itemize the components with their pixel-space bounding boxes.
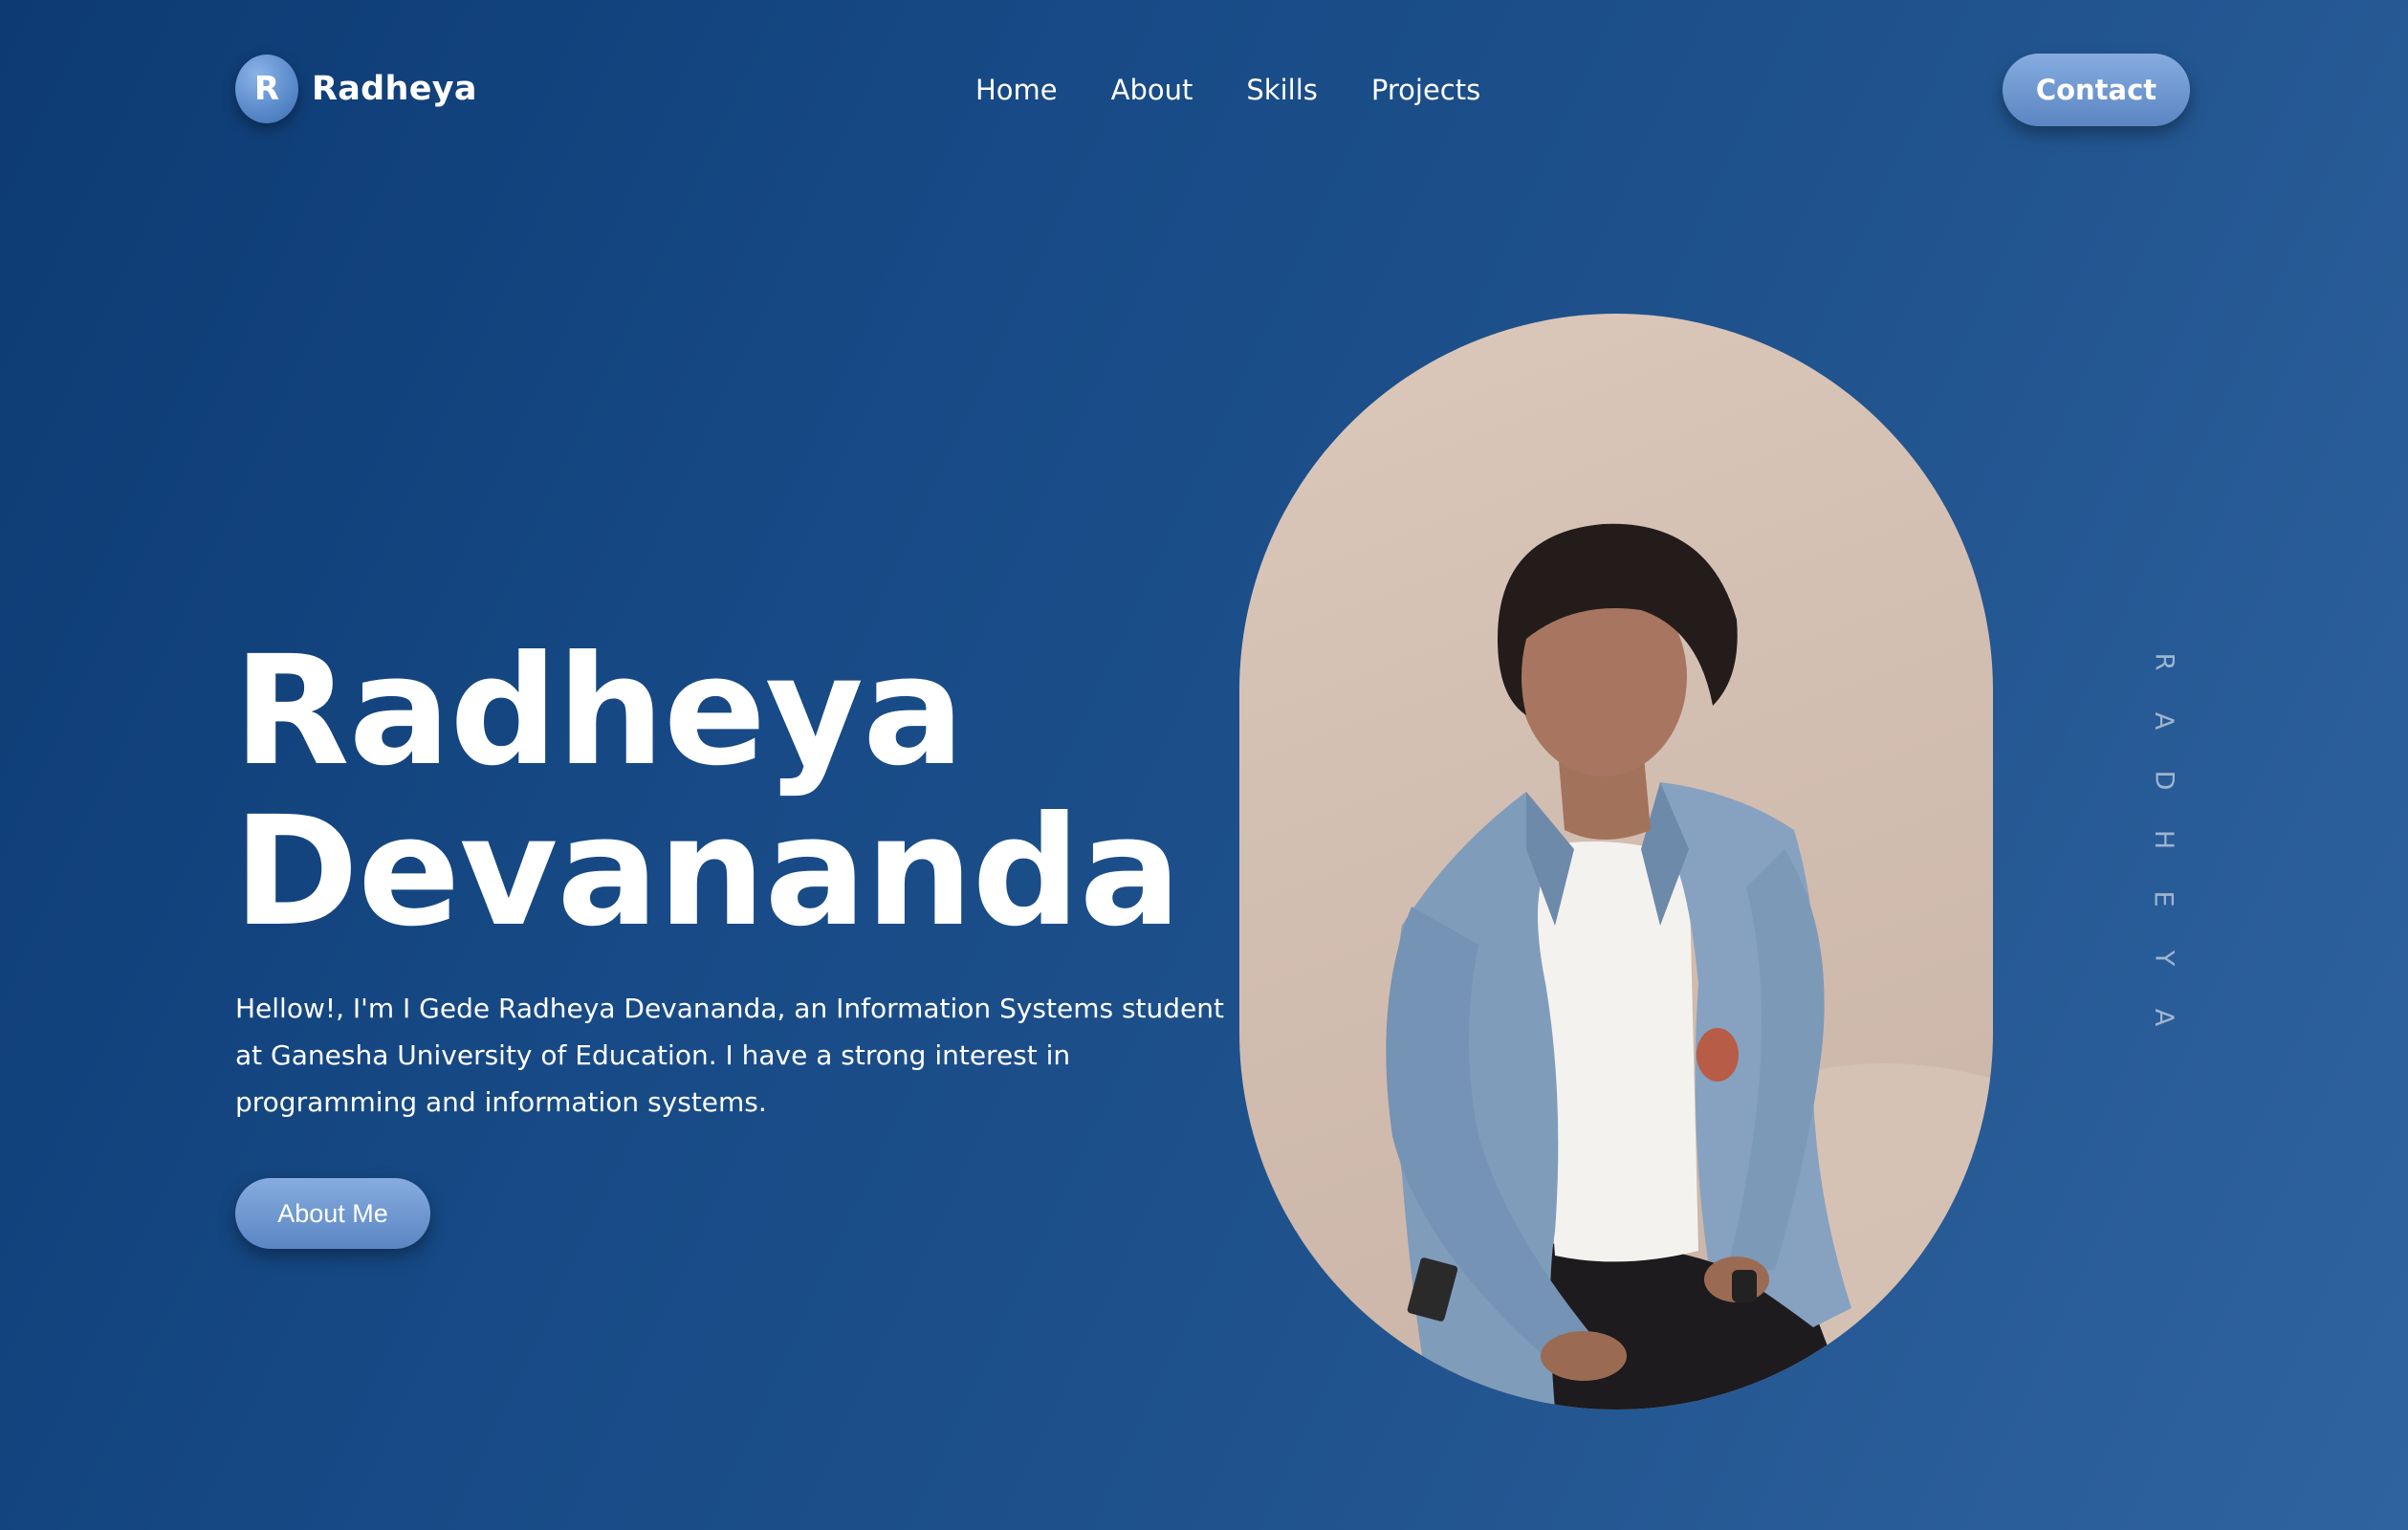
logo-badge: R [235, 55, 298, 123]
vertical-letter: A [2148, 1008, 2178, 1027]
hero-title: Radheya Devananda [233, 631, 1285, 952]
hero-description: Hellow!, I'm I Gede Radheya Devananda, a… [235, 993, 1225, 1118]
vertical-letter: E [2149, 890, 2178, 907]
nav-link-projects[interactable]: Projects [1371, 69, 1480, 111]
vertical-letter: D [2148, 770, 2178, 791]
vertical-letter: A [2148, 711, 2178, 731]
nav-link-home[interactable]: Home [975, 69, 1058, 111]
nav-link-about[interactable]: About [1111, 69, 1193, 111]
vertical-letter: Y [2149, 950, 2178, 967]
nav-link-skills[interactable]: Skills [1246, 69, 1317, 111]
portrait-illustration [1386, 523, 1993, 1410]
nav-links: Home About Skills Projects [975, 69, 1480, 111]
top-navigation: R Radheya Home About Skills Projects Con… [0, 0, 2408, 182]
hero-title-last-name: Devananda [233, 784, 1181, 960]
vertical-letter: H [2149, 829, 2178, 850]
logo-name: Radheya [312, 70, 477, 108]
vertical-name-text: R A D H E Y A [2148, 646, 2178, 1033]
hero-title-first-name: Radheya [233, 623, 965, 799]
brand-logo[interactable]: R Radheya [235, 55, 477, 123]
about-me-button[interactable]: About Me [235, 1178, 430, 1249]
profile-portrait [1239, 314, 1993, 1410]
contact-button[interactable]: Contact [2003, 54, 2190, 126]
vertical-letter: R [2148, 652, 2178, 671]
